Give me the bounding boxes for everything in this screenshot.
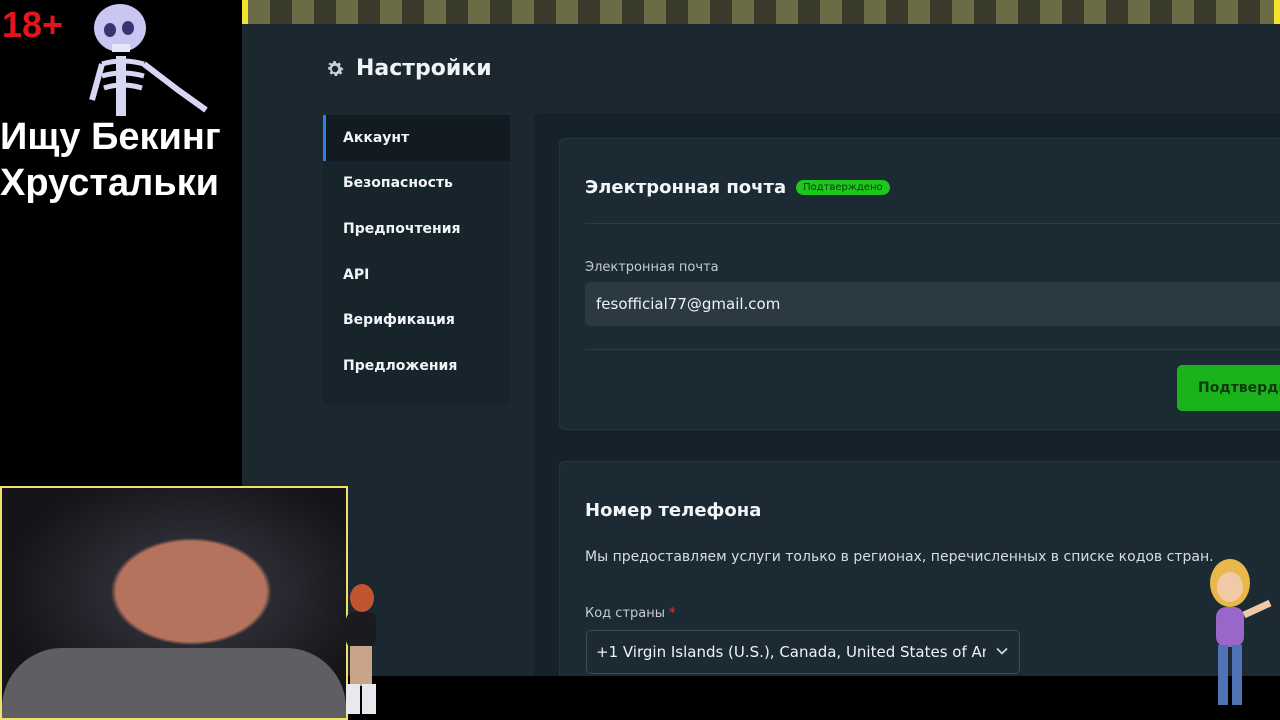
- country-code-label: Код страны *: [585, 606, 676, 621]
- settings-content: Электронная почта Подтверждено Электронн…: [534, 113, 1280, 691]
- email-card-title: Электронная почта: [585, 177, 787, 198]
- sidebar-item-api[interactable]: API: [323, 252, 510, 298]
- country-code-value: +1 Virgin Islands (U.S.), Canada, United…: [596, 643, 986, 661]
- chevron-down-icon: [996, 647, 1008, 655]
- phone-description: Мы предоставляем услуги только в региона…: [585, 549, 1214, 565]
- overlay-title: Ищу Бекинг Хрустальки: [0, 114, 245, 206]
- email-field-label: Электронная почта: [585, 260, 719, 275]
- page-title: Настройки: [356, 56, 492, 81]
- overlay-title-line1: Ищу Бекинг: [0, 116, 221, 158]
- webcam-person: [2, 648, 346, 718]
- sidebar-item-account[interactable]: Аккаунт: [323, 115, 510, 161]
- verified-badge: Подтверждено: [796, 180, 890, 195]
- woman-sticker: [1210, 559, 1272, 705]
- sidebar-item-security[interactable]: Безопасность: [323, 161, 510, 207]
- settings-sidebar: Аккаунт Безопасность Предпочтения API Ве…: [323, 115, 510, 404]
- overlay-title-line2: Хрустальки: [0, 162, 220, 204]
- gear-icon: [328, 60, 344, 76]
- girl-sticker: [346, 584, 376, 714]
- divider: [585, 223, 1280, 224]
- phone-card-title: Номер телефона: [585, 500, 762, 521]
- age-badge: 18+: [2, 4, 64, 45]
- email-card: Электронная почта Подтверждено Электронн…: [559, 138, 1280, 430]
- country-code-label-text: Код страны: [585, 606, 666, 621]
- page-header: Настройки: [324, 56, 492, 81]
- stream-overlay: 18+ Ищу Бекинг Хрустальки: [0, 0, 242, 486]
- settings-app: Настройки Аккаунт Безопасность Предпочте…: [242, 24, 1280, 691]
- phone-card: Номер телефона Мы предоставляем услуги т…: [559, 461, 1280, 691]
- webcam-feed: [0, 486, 348, 720]
- email-field[interactable]: fesofficial77@gmail.com: [585, 282, 1280, 326]
- divider: [585, 349, 1280, 350]
- country-code-select[interactable]: +1 Virgin Islands (U.S.), Canada, United…: [586, 630, 1020, 674]
- sidebar-item-offers[interactable]: Предложения: [323, 343, 510, 389]
- sidebar-item-verification[interactable]: Верификация: [323, 297, 510, 343]
- required-mark: *: [669, 606, 676, 621]
- confirm-button[interactable]: Подтверди: [1177, 365, 1280, 411]
- email-card-header: Электронная почта Подтверждено: [585, 177, 890, 198]
- skeleton-sticker: [89, 4, 208, 116]
- sidebar-item-preferences[interactable]: Предпочтения: [323, 206, 510, 252]
- top-overlay-strip: [242, 0, 1280, 24]
